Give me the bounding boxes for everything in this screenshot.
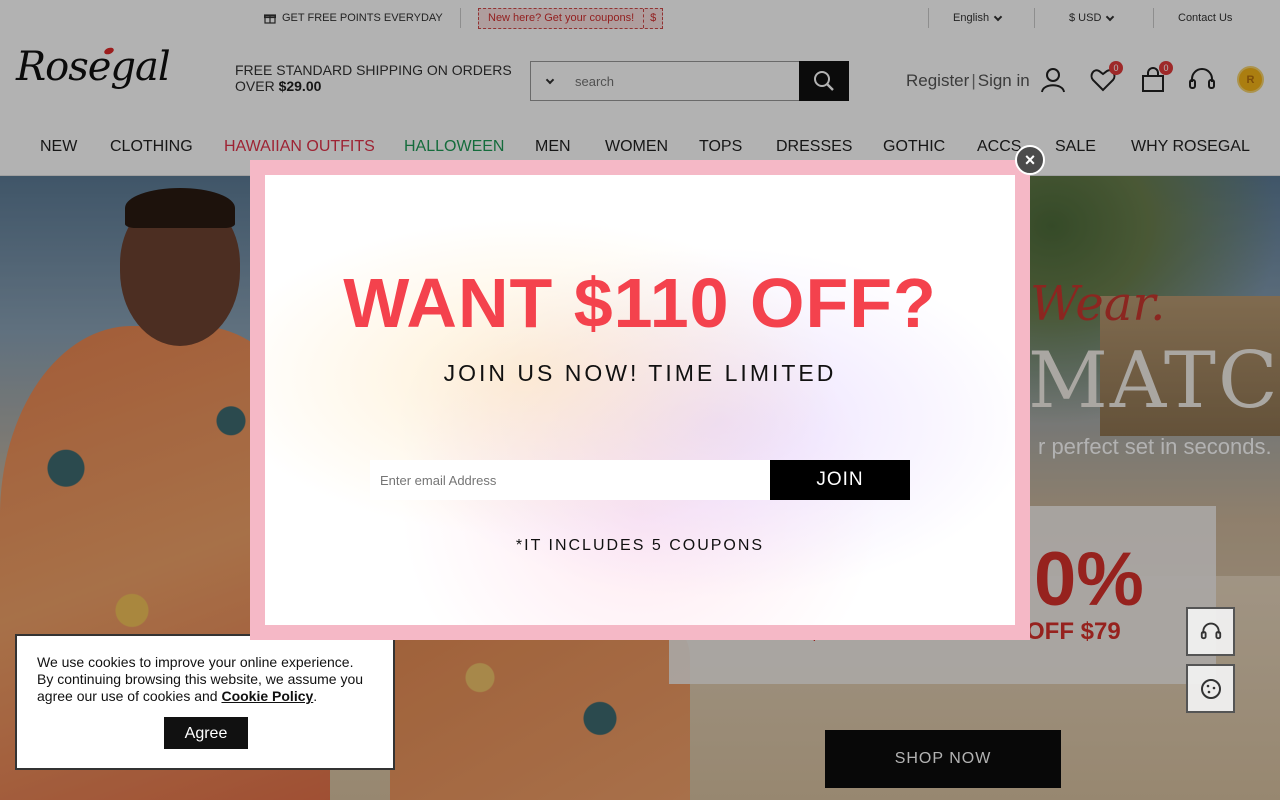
join-button[interactable]: JOIN xyxy=(770,460,910,500)
floating-cookie-button[interactable] xyxy=(1186,664,1235,713)
close-popup-button[interactable]: × xyxy=(1015,145,1045,175)
cookie-policy-link[interactable]: Cookie Policy xyxy=(221,688,313,704)
cookie-icon xyxy=(1200,678,1221,699)
popup-subheadline: JOIN US NOW! TIME LIMITED xyxy=(443,360,837,386)
headset-icon xyxy=(1200,622,1221,639)
popup-content: WANT $110 OFF? JOIN US NOW! TIME LIMITED… xyxy=(265,175,1015,625)
coupon-popup: WANT $110 OFF? JOIN US NOW! TIME LIMITED… xyxy=(250,160,1030,640)
popup-headline: WANT $110 OFF? xyxy=(343,264,937,342)
popup-note: *IT INCLUDES 5 COUPONS xyxy=(515,537,765,554)
cookie-text-end: . xyxy=(313,688,318,704)
close-icon: × xyxy=(1024,149,1036,170)
email-field[interactable] xyxy=(370,460,770,500)
agree-button[interactable]: Agree xyxy=(164,717,248,749)
cookie-banner: We use cookies to improve your online ex… xyxy=(15,634,395,770)
floating-support-button[interactable] xyxy=(1186,607,1235,656)
